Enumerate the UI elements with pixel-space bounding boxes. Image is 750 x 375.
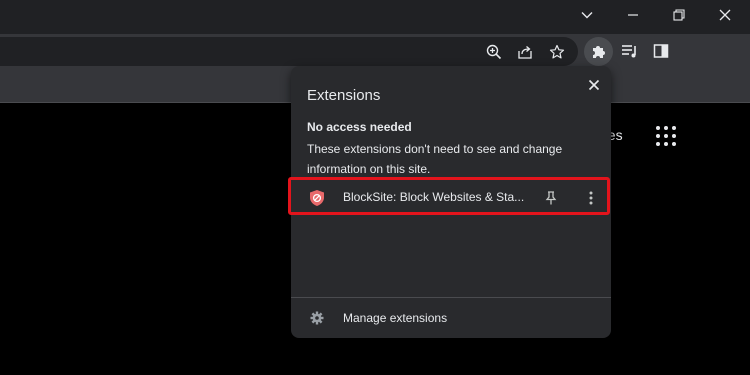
minimize-icon[interactable]: [610, 0, 656, 30]
popup-close-icon[interactable]: [584, 75, 604, 95]
manage-extensions-item[interactable]: Manage extensions: [291, 298, 611, 338]
zoom-icon[interactable]: [485, 43, 503, 61]
apps-grid-icon[interactable]: [656, 126, 676, 146]
section-description: These extensions don't need to see and c…: [307, 142, 563, 176]
title-bar: [0, 0, 750, 34]
gear-icon: [309, 310, 325, 326]
side-panel-icon[interactable]: [649, 39, 673, 63]
section-heading: No access needed: [307, 120, 412, 134]
manage-extensions-label: Manage extensions: [343, 311, 448, 325]
popup-title: Extensions: [307, 87, 381, 104]
extensions-puzzle-icon[interactable]: [584, 37, 613, 66]
close-icon[interactable]: [702, 0, 748, 30]
browser-toolbar: [0, 34, 750, 68]
media-queue-icon[interactable]: [618, 39, 642, 63]
highlight-box: [288, 177, 610, 215]
restore-icon[interactable]: [656, 0, 702, 30]
star-icon[interactable]: [548, 43, 566, 61]
tab-search-chevron-down-icon[interactable]: [564, 0, 610, 30]
address-bar[interactable]: [0, 37, 578, 66]
share-icon[interactable]: [516, 43, 534, 61]
